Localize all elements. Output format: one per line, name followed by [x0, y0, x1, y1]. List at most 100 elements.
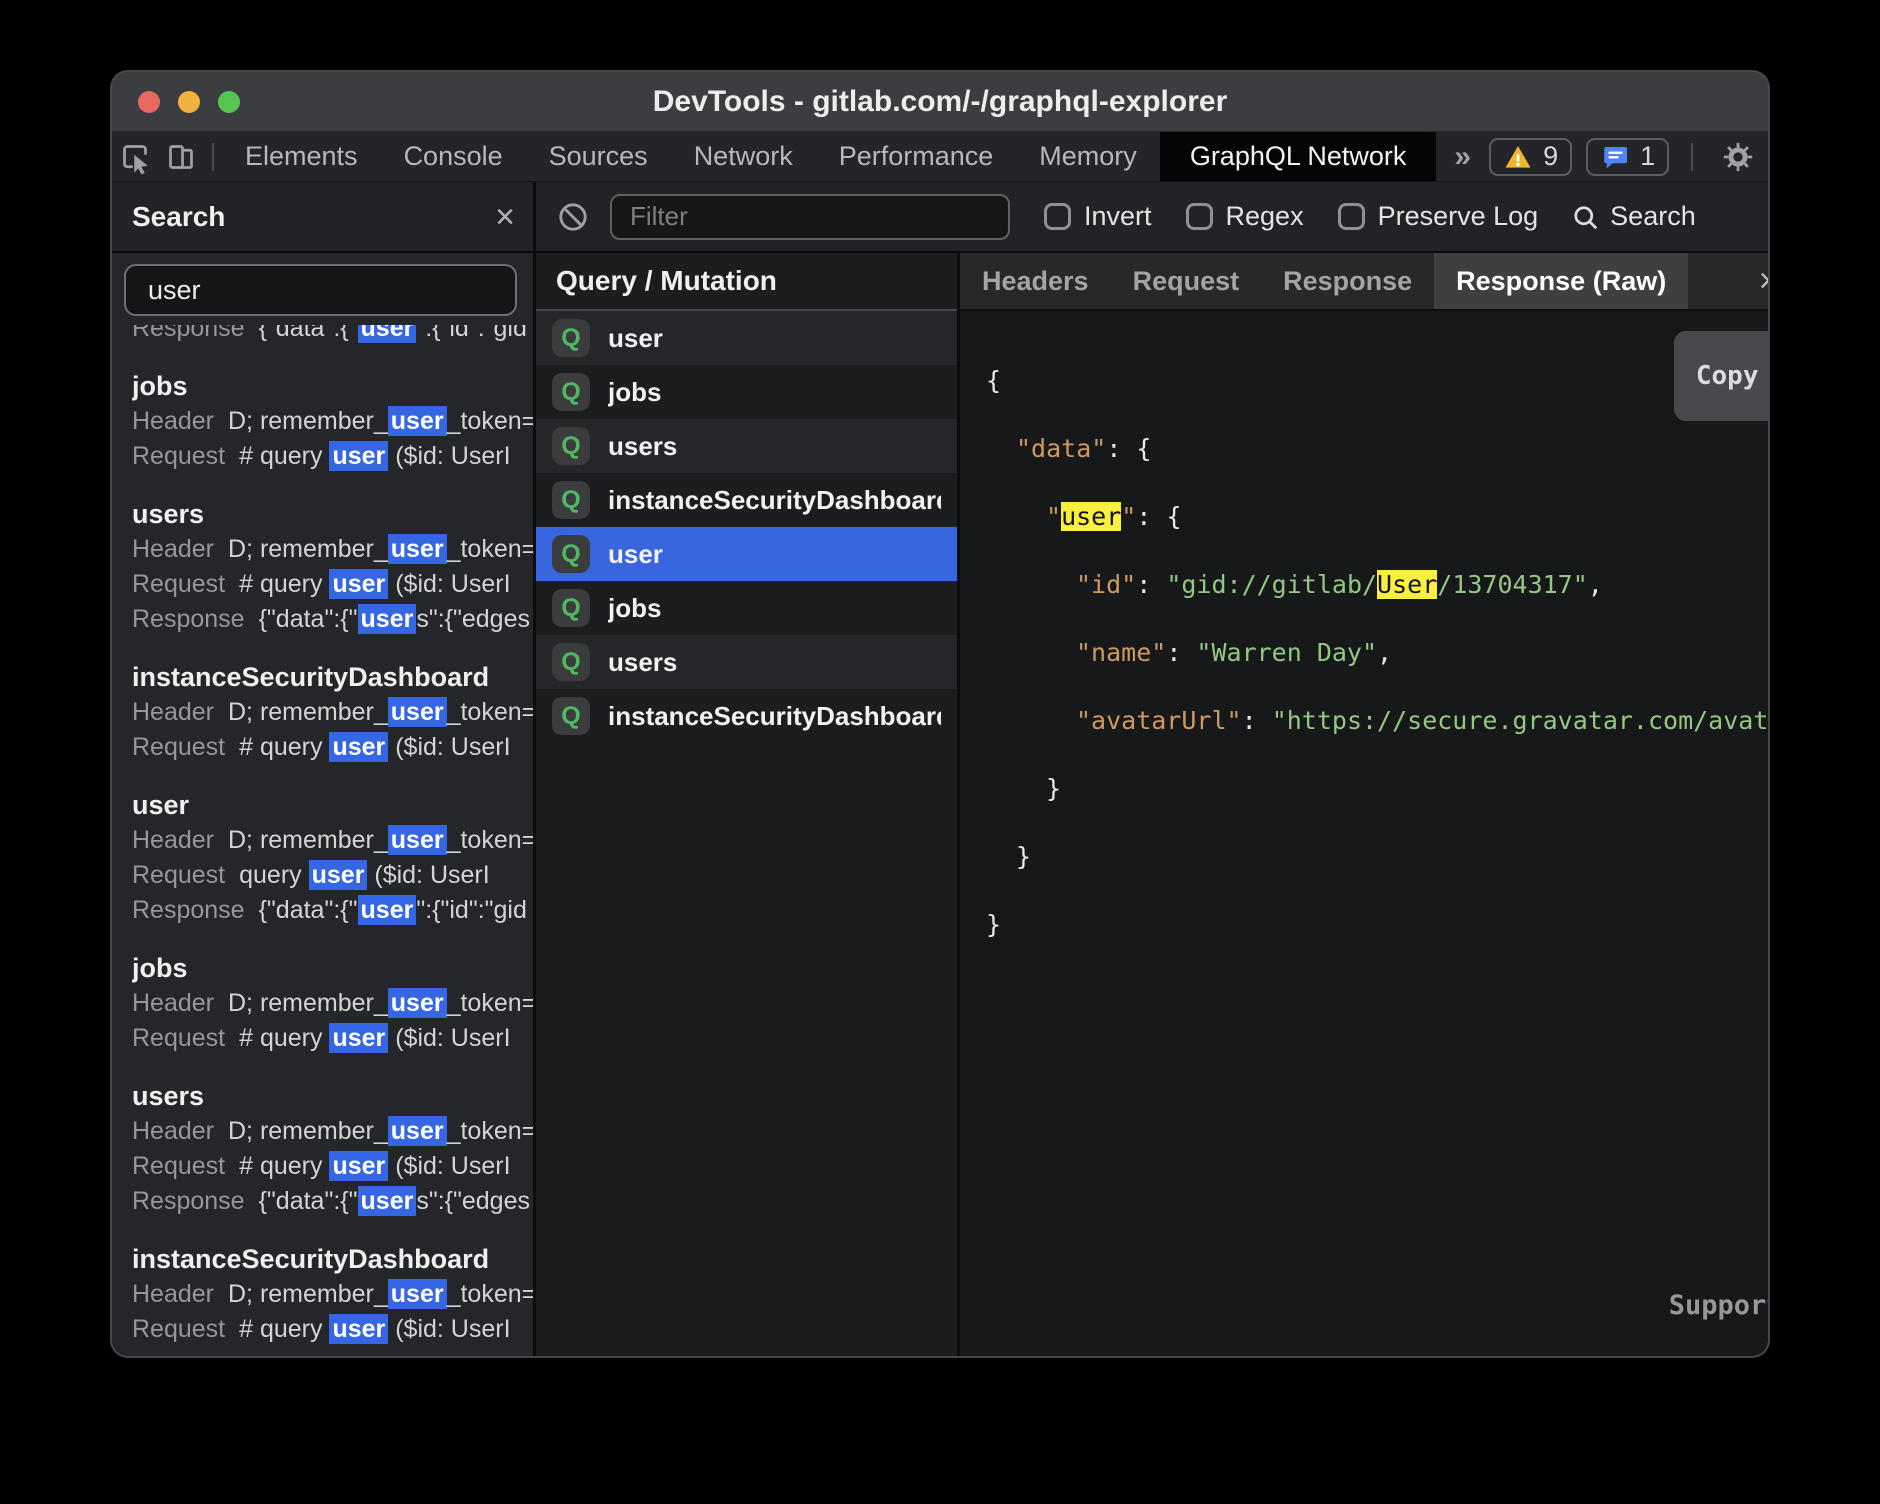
- copy-button[interactable]: Copy: [1674, 331, 1768, 421]
- json-line: "name": "Warren Day",: [986, 619, 1768, 687]
- json-line: "avatarUrl": "https://secure.gravatar.co…: [986, 687, 1768, 755]
- query-list-item[interactable]: QinstanceSecurityDashboard: [536, 473, 957, 527]
- result-row[interactable]: HeaderD; remember_user_token=e: [132, 1114, 533, 1149]
- result-row-label: Header: [132, 989, 214, 1017]
- clear-requests-button[interactable]: [550, 200, 596, 234]
- result-row[interactable]: Request# query user ($id: UserI: [132, 439, 533, 474]
- tab-memory[interactable]: Memory: [1016, 132, 1160, 181]
- more-tabs-button[interactable]: »: [1436, 132, 1489, 181]
- json-token: ,: [1588, 570, 1603, 599]
- result-row-value: # query user ($id: UserI: [239, 1314, 510, 1344]
- search-input[interactable]: [124, 264, 517, 316]
- result-row[interactable]: Requestquery user ($id: UserI: [132, 858, 533, 893]
- query-list-item[interactable]: Quser: [536, 527, 957, 581]
- value-text: D; remember_: [228, 826, 388, 854]
- value-text: {"data":{": [259, 325, 358, 342]
- result-row[interactable]: Response{"data":{"user":{"id":"gid: [132, 893, 533, 928]
- checkbox-regex[interactable]: Regex: [1186, 201, 1304, 232]
- result-row-label: Header: [132, 1280, 214, 1308]
- checkbox-box[interactable]: [1186, 203, 1213, 230]
- result-row-value: # query user ($id: UserI: [239, 1151, 510, 1181]
- divider: [1691, 143, 1693, 171]
- result-row[interactable]: Request# query user ($id: UserI: [132, 567, 533, 602]
- filter-checkboxes: Invert Regex Preserve Log: [1044, 201, 1538, 232]
- checkbox-label: Regex: [1226, 201, 1304, 232]
- checkbox-preserve-log[interactable]: Preserve Log: [1338, 201, 1539, 232]
- settings-gear-button[interactable]: [1715, 140, 1761, 174]
- result-row-value: {"data":{"users":{"edges: [259, 1186, 530, 1216]
- tab-network[interactable]: Network: [671, 132, 816, 181]
- result-row[interactable]: Request# query user ($id: UserI: [132, 1149, 533, 1184]
- result-row[interactable]: HeaderD; remember_user_token=e: [132, 823, 533, 858]
- query-list-item[interactable]: Qusers: [536, 635, 957, 689]
- response-tab-response-raw-[interactable]: Response (Raw): [1434, 253, 1688, 309]
- tab-sources[interactable]: Sources: [526, 132, 671, 181]
- tab-performance[interactable]: Performance: [816, 132, 1017, 181]
- close-response-panel-button[interactable]: ×: [1739, 264, 1768, 298]
- json-token: ": [1046, 502, 1061, 531]
- search-match-highlight: user: [358, 895, 417, 925]
- query-badge-icon: Q: [552, 319, 590, 357]
- json-line: "user": {: [986, 483, 1768, 551]
- filter-input[interactable]: [610, 194, 1010, 240]
- support-link[interactable]: Support: [1669, 1272, 1768, 1340]
- response-tab-response[interactable]: Response: [1261, 253, 1434, 309]
- response-tabs: HeadersRequestResponseResponse (Raw) ×: [960, 253, 1768, 311]
- value-text: _token=e: [447, 407, 533, 435]
- value-text: D; remember_: [228, 407, 388, 435]
- result-row[interactable]: HeaderD; remember_user_token=e: [132, 532, 533, 567]
- search-match-highlight: user: [309, 860, 368, 890]
- json-line: "id": "gid://gitlab/User/13704317",: [986, 551, 1768, 619]
- titlebar[interactable]: DevTools - gitlab.com/-/graphql-explorer: [112, 72, 1768, 132]
- result-row[interactable]: Response {"data":{"users":{"edges: [132, 1184, 533, 1219]
- result-row[interactable]: Request# query user ($id: UserI: [132, 1312, 533, 1347]
- query-list-item[interactable]: Quser: [536, 311, 957, 365]
- json-line: {: [986, 347, 1768, 415]
- tab-console[interactable]: Console: [381, 132, 526, 181]
- result-row[interactable]: HeaderD; remember_user_token=e: [132, 986, 533, 1021]
- close-search-panel-button[interactable]: ×: [495, 200, 515, 234]
- inspect-cursor-icon: [117, 139, 153, 175]
- inspect-element-button[interactable]: [112, 132, 158, 181]
- result-row[interactable]: Request# query user ($id: UserI: [132, 730, 533, 765]
- value-text: ":{"id":"gid: [416, 325, 527, 342]
- result-row[interactable]: HeaderD; remember_user_token=e: [132, 404, 533, 439]
- value-text: _token=e: [447, 698, 533, 726]
- query-list-item[interactable]: Qjobs: [536, 581, 957, 635]
- checkbox-invert[interactable]: Invert: [1044, 201, 1152, 232]
- search-match-highlight: user: [329, 1151, 388, 1181]
- checkbox-box[interactable]: [1044, 203, 1071, 230]
- devtools-window: DevTools - gitlab.com/-/graphql-explorer…: [112, 72, 1768, 1356]
- toolbar-search-button[interactable]: Search: [1570, 201, 1696, 232]
- value-text: D; remember_: [228, 535, 388, 563]
- console-messages-badge[interactable]: 1: [1586, 138, 1669, 176]
- json-line: "data": {: [986, 415, 1768, 483]
- result-row-label: Response: [132, 1187, 245, 1215]
- json-token: "name": [1076, 638, 1166, 667]
- json-line: }: [986, 755, 1768, 823]
- checkbox-box[interactable]: [1338, 203, 1365, 230]
- query-list-item[interactable]: QinstanceSecurityDashboard: [536, 689, 957, 743]
- search-match-highlight: user: [329, 732, 388, 762]
- value-text: _token=e: [447, 826, 533, 854]
- tab-elements[interactable]: Elements: [222, 132, 381, 181]
- device-toolbar-button[interactable]: [158, 132, 204, 181]
- result-row[interactable]: Request# query user ($id: UserI: [132, 1021, 533, 1056]
- search-match-highlight: user: [358, 1186, 417, 1216]
- result-row-value: # query user ($id: UserI: [239, 569, 510, 599]
- result-row[interactable]: HeaderD; remember_user_token=e: [132, 1277, 533, 1312]
- console-warnings-badge[interactable]: 9: [1489, 138, 1572, 176]
- query-list-item[interactable]: Qusers: [536, 419, 957, 473]
- response-tab-headers[interactable]: Headers: [960, 253, 1111, 309]
- search-panel-title: Search: [132, 201, 225, 233]
- result-group-title: users: [132, 1078, 533, 1114]
- result-row[interactable]: Response{"data":{"users":{"edges: [132, 602, 533, 637]
- result-row[interactable]: Response{"data":{"user":{"id":"gid: [132, 325, 533, 346]
- tab-graphql-network[interactable]: GraphQL Network: [1160, 132, 1437, 181]
- value-text: {"data":{": [259, 605, 358, 633]
- query-list-item[interactable]: Qjobs: [536, 365, 957, 419]
- response-tab-request[interactable]: Request: [1111, 253, 1262, 309]
- query-list-item-label: user: [608, 323, 663, 354]
- result-row-label: Response: [132, 896, 245, 924]
- result-row[interactable]: HeaderD; remember_user_token=e: [132, 695, 533, 730]
